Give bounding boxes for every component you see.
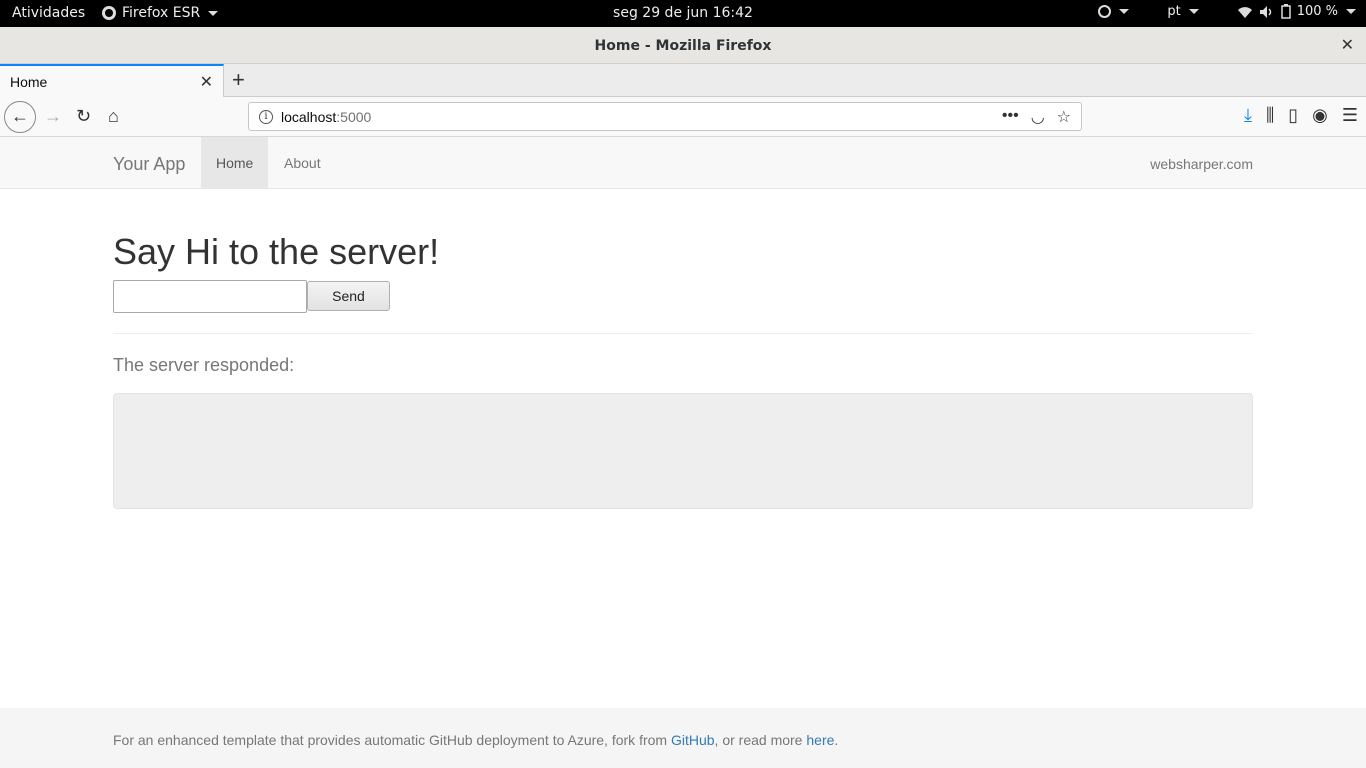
page-title: Say Hi to the server! xyxy=(113,231,440,272)
library-icon[interactable]: ⫼ xyxy=(1266,105,1274,126)
message-input[interactable] xyxy=(113,280,307,313)
back-icon[interactable]: ← xyxy=(4,101,36,133)
url-port: :5000 xyxy=(336,109,372,125)
language-indicator[interactable]: pt xyxy=(1167,4,1180,19)
url-host: localhost xyxy=(281,109,337,125)
bookmark-star-icon[interactable]: ☆ xyxy=(1057,107,1071,127)
page-actions-icon[interactable]: ••• xyxy=(1002,107,1019,127)
close-window-icon[interactable]: ✕ xyxy=(1341,35,1354,55)
info-icon[interactable]: i xyxy=(259,110,273,124)
chevron-down-icon xyxy=(1188,9,1199,14)
menu-icon[interactable]: ☰ xyxy=(1342,105,1358,126)
nav-link-about[interactable]: About xyxy=(269,137,336,188)
battery-percentage: 100 % xyxy=(1296,4,1338,19)
home-icon[interactable]: ⌂ xyxy=(108,105,119,127)
account-icon[interactable]: ◉ xyxy=(1312,105,1328,126)
divider xyxy=(113,333,1253,334)
url-bar[interactable]: i localhost:5000 ••• ◡ ☆ xyxy=(248,102,1082,131)
tab-strip: Home ✕ + xyxy=(0,64,1366,97)
response-label: The server responded: xyxy=(113,355,295,375)
system-tray[interactable]: pt 100 % xyxy=(1098,4,1356,19)
footer-suffix: . xyxy=(834,732,839,748)
github-link[interactable]: GitHub xyxy=(671,732,715,748)
web-page: Your App Home About websharper.com Say H… xyxy=(0,137,1366,768)
brand-link[interactable]: Your App xyxy=(113,154,185,175)
download-icon[interactable]: ⤓ xyxy=(1244,105,1252,126)
new-tab-icon[interactable]: + xyxy=(232,67,245,93)
pocket-icon[interactable]: ◡ xyxy=(1031,107,1045,127)
wifi-icon xyxy=(1237,6,1252,18)
here-link[interactable]: here xyxy=(806,732,834,748)
footer-middle: , or read more xyxy=(714,732,807,748)
window-title-bar: Home - Mozilla Firefox ✕ xyxy=(0,27,1366,64)
nav-link-websharper[interactable]: websharper.com xyxy=(1150,137,1253,192)
battery-icon xyxy=(1280,4,1291,19)
sidebar-icon[interactable]: ▯ xyxy=(1288,105,1298,126)
url-text[interactable]: localhost:5000 xyxy=(281,109,371,125)
tab-home[interactable]: Home ✕ xyxy=(0,64,224,97)
forward-icon[interactable]: → xyxy=(44,105,62,127)
footer: For an enhanced template that provides a… xyxy=(0,708,1366,768)
chevron-down-icon xyxy=(1346,9,1356,14)
reload-icon[interactable]: ↻ xyxy=(76,105,91,127)
window-title: Home - Mozilla Firefox xyxy=(594,38,772,54)
chevron-down-icon xyxy=(1119,9,1130,14)
footer-prefix: For an enhanced template that provides a… xyxy=(113,732,671,748)
send-button[interactable]: Send xyxy=(307,281,390,311)
accessibility-icon xyxy=(1098,5,1112,18)
nav-link-home[interactable]: Home xyxy=(201,137,269,188)
tab-label: Home xyxy=(10,74,48,90)
footer-text: For an enhanced template that provides a… xyxy=(113,732,838,748)
response-output xyxy=(113,393,1253,509)
volume-icon xyxy=(1259,5,1271,18)
site-navbar: Your App Home About websharper.com xyxy=(0,137,1366,189)
system-top-bar: Atividades Firefox ESR seg 29 de jun 16:… xyxy=(0,0,1366,27)
close-tab-icon[interactable]: ✕ xyxy=(200,72,213,92)
navigation-toolbar: ← → ↻ ⌂ i localhost:5000 ••• ◡ ☆ ⤓ ⫼ ▯ ◉… xyxy=(0,97,1366,137)
